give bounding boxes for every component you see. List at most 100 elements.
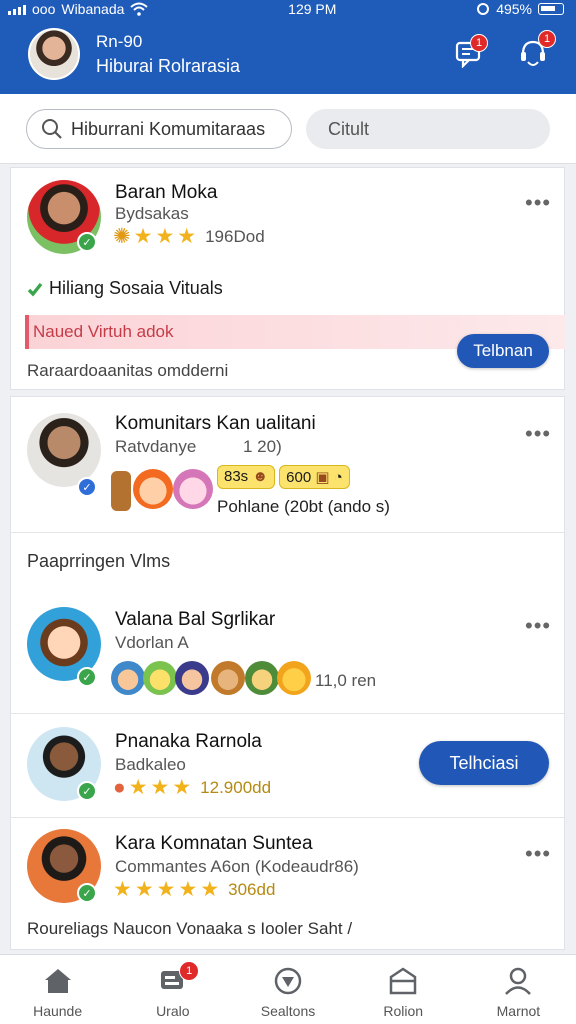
more-options-icon[interactable]: ••• (525, 421, 551, 447)
rating-stars: ★ ★ ★ ★ ★ 306dd (113, 879, 275, 900)
person-sub: Commantes A6on (Kodeaudr86) (115, 857, 359, 876)
community-sub: Ratvdanye (115, 437, 197, 456)
sync-icon (477, 3, 490, 15)
star-icon: ★ (133, 225, 153, 248)
home-icon (44, 969, 71, 993)
character-icon (211, 661, 245, 695)
search-icon (42, 119, 62, 139)
reaction-chips: 83s ☻ 600 ▣ ◔ (217, 465, 350, 489)
figure-icon (111, 471, 131, 511)
rating-stars: ✺ ★ ★ ★ 196Dod (113, 226, 265, 247)
section-label: Paaprringen Vlms (27, 551, 171, 571)
more-options-icon[interactable]: ••• (525, 190, 551, 216)
community-card[interactable]: ✓ Komunitars Kan ualitani Ratvdanye 1 20… (10, 396, 565, 950)
face-icon: ● (113, 776, 126, 799)
explore-icon (274, 967, 302, 995)
nav-profile[interactable]: Marnot (461, 955, 576, 1024)
star-icon: ★ (155, 225, 175, 248)
star-icon: ★ (177, 225, 197, 248)
participants-text: Pohlane (20bt (ando s) (217, 497, 390, 516)
rating-text: 196Dod (205, 226, 265, 246)
app-header: ooo Wibanada 129 PM 495% Rn-90 Hiburai R… (0, 0, 576, 94)
battery-icon (538, 3, 564, 15)
carrier-name: Wibanada (61, 1, 125, 17)
avatar[interactable] (27, 413, 101, 487)
character-icon (277, 661, 311, 695)
messages-button[interactable]: 1 (454, 34, 488, 72)
notifications-badge: 1 (538, 30, 556, 48)
divider (11, 817, 564, 818)
verified-icon: ✓ (77, 667, 97, 687)
person-name[interactable]: Kara Komnatan Suntea (115, 833, 313, 855)
header-title: Rn-90 (96, 32, 143, 51)
status-bar: ooo Wibanada 129 PM 495% (0, 0, 576, 18)
character-icon (175, 661, 209, 695)
divider (11, 532, 564, 533)
user-avatar[interactable] (28, 28, 80, 80)
more-options-icon[interactable]: ••• (525, 841, 551, 867)
post-footer-text: Raraardoaanitas omdderni (27, 361, 229, 380)
nav-home[interactable]: Haunde (0, 955, 115, 1024)
post-author-name[interactable]: Baran Moka (115, 182, 217, 204)
star-icon: ★ (178, 878, 198, 901)
nav-badge: 1 (179, 961, 200, 981)
clock-icon: ◔ (333, 469, 343, 486)
alert-text: Naued Virtuh adok (33, 322, 174, 341)
gift-icon: ▣ (315, 469, 330, 486)
post-footer-text: Roureliags Naucon Vonaaka s Iooler Saht … (27, 919, 353, 938)
notifications-button[interactable]: 1 (518, 30, 556, 72)
nav-label: Sealtons (260, 1003, 316, 1019)
verified-icon: ✓ (77, 883, 97, 903)
star-icon: ★ (128, 776, 148, 799)
search-field[interactable] (26, 109, 292, 149)
character-icon (111, 661, 145, 695)
character-icon (173, 469, 213, 509)
nav-label: Haunde (33, 1003, 83, 1019)
nav-label: Marnot (496, 1003, 541, 1019)
carrier-prefix: ooo (32, 1, 56, 17)
star-icon: ★ (200, 878, 220, 901)
person-name[interactable]: Valana Bal Sgrlikar (115, 609, 275, 631)
rating-text: 12.900dd (200, 777, 272, 797)
nav-chat[interactable]: 1 Uralo (115, 955, 230, 1024)
profile-icon (505, 967, 532, 995)
character-icon (133, 469, 173, 509)
star-icon: ★ (113, 878, 132, 901)
join-button[interactable]: Telhciasi (419, 741, 549, 785)
community-name[interactable]: Komunitars Kan ualitani (115, 413, 316, 435)
tag-check-icon (27, 282, 43, 297)
search-bar: Citult (0, 94, 576, 164)
header-subtitle: Hiburai Rolrarasia (96, 56, 241, 76)
chip: 600 ▣ ◔ (279, 465, 350, 489)
nav-label: Uralo (156, 1003, 190, 1019)
person-name[interactable]: Pnanaka Rarnola (115, 731, 262, 753)
star-icon: ★ (156, 878, 176, 901)
post-card[interactable]: ✓ Baran Moka Bydsakas ✺ ★ ★ ★ 196Dod •••… (10, 167, 565, 390)
rating-text: 306dd (228, 879, 276, 899)
person-icon: ☻ (252, 468, 269, 485)
nav-label: Rolion (383, 1003, 424, 1019)
rating-stars: ● ★ ★ ★ 12.900dd (113, 777, 271, 798)
more-options-icon[interactable]: ••• (525, 613, 551, 639)
signal-icon (8, 3, 26, 15)
divider (11, 713, 564, 714)
search-input[interactable] (71, 118, 271, 140)
filter-pill[interactable]: Citult (306, 109, 550, 149)
battery-percent: 495% (496, 1, 532, 17)
nav-inbox[interactable]: Rolion (346, 955, 461, 1024)
verified-icon: ✓ (77, 232, 97, 252)
status-time: 129 PM (288, 1, 337, 17)
person-sub: Badkaleo (115, 755, 186, 774)
person-sub: Vdorlan A (115, 633, 189, 652)
join-button[interactable]: Telbnan (457, 334, 549, 368)
character-icon (143, 661, 177, 695)
inbox-icon (389, 967, 417, 995)
messages-badge: 1 (470, 34, 488, 52)
community-count: 1 20) (243, 437, 282, 456)
wifi-icon (130, 2, 149, 16)
star-icon: ★ (134, 878, 154, 901)
member-count: 11,0 ren (315, 671, 377, 690)
nav-explore[interactable]: Sealtons (230, 955, 345, 1024)
post-author-sub: Bydsakas (115, 204, 189, 223)
character-icon (245, 661, 279, 695)
